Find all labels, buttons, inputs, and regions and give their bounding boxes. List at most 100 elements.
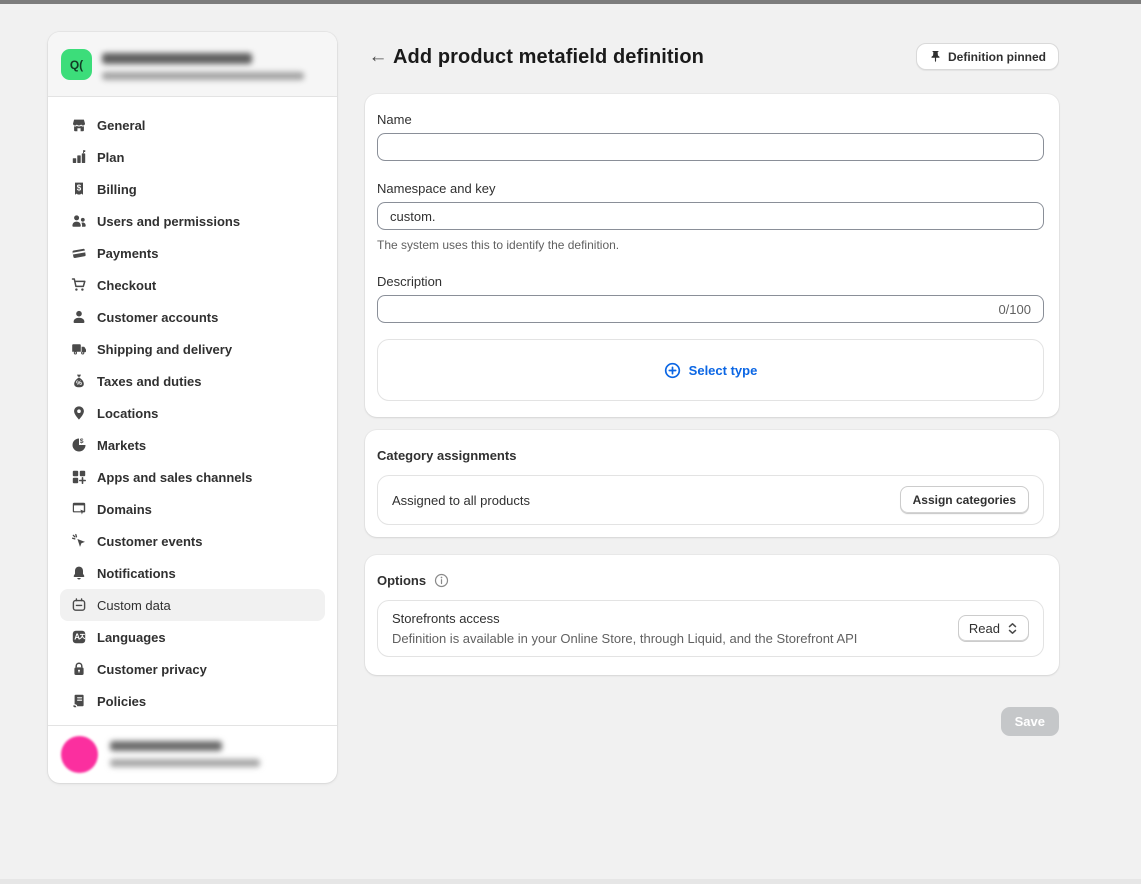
select-type-label: Select type xyxy=(689,363,758,378)
users-icon xyxy=(70,213,87,230)
sidebar-item-general[interactable]: General xyxy=(60,109,325,141)
pin-icon xyxy=(929,50,942,63)
store-header[interactable]: Q( xyxy=(48,32,337,97)
namespace-field-group: Namespace and key The system uses this t… xyxy=(377,181,1044,252)
sidebar-item-markets[interactable]: $ Markets xyxy=(60,429,325,461)
definition-pinned-button[interactable]: Definition pinned xyxy=(916,43,1059,70)
storefronts-access-select[interactable]: Read xyxy=(958,615,1029,642)
description-char-counter: 0/100 xyxy=(998,302,1031,317)
markets-icon: $ xyxy=(70,437,87,454)
sidebar-item-apps-sales-channels[interactable]: Apps and sales channels xyxy=(60,461,325,493)
description-input-wrap: 0/100 xyxy=(377,295,1044,323)
customer-events-icon xyxy=(70,533,87,550)
person-icon xyxy=(70,309,87,326)
main-content: ← Add product metafield definition Defin… xyxy=(365,42,1059,736)
sidebar-item-policies[interactable]: Policies xyxy=(60,685,325,717)
sidebar-item-label: Policies xyxy=(97,694,146,709)
sidebar-item-checkout[interactable]: Checkout xyxy=(60,269,325,301)
policies-icon xyxy=(70,693,87,710)
sidebar-item-languages[interactable]: A Languages xyxy=(60,621,325,653)
assign-categories-button[interactable]: Assign categories xyxy=(900,486,1029,514)
user-email-redacted xyxy=(110,759,260,767)
sidebar-item-label: Checkout xyxy=(97,278,156,293)
window-top-edge xyxy=(0,0,1141,4)
sidebar-item-notifications[interactable]: Notifications xyxy=(60,557,325,589)
sidebar-item-label: Payments xyxy=(97,246,158,261)
svg-text:$: $ xyxy=(79,438,83,445)
storefronts-access-title: Storefronts access xyxy=(392,611,857,626)
sidebar-item-custom-data[interactable]: Custom data xyxy=(60,589,325,621)
payments-icon xyxy=(70,245,87,262)
sidebar-item-domains[interactable]: Domains xyxy=(60,493,325,525)
category-assignment-row: Assigned to all products Assign categori… xyxy=(377,475,1044,525)
store-icon xyxy=(70,117,87,134)
user-footer[interactable] xyxy=(48,725,337,783)
sidebar-item-label: Taxes and duties xyxy=(97,374,202,389)
select-type-button[interactable]: Select type xyxy=(377,339,1044,401)
name-input[interactable] xyxy=(377,133,1044,161)
namespace-label: Namespace and key xyxy=(377,181,1044,196)
back-button[interactable]: ← xyxy=(365,44,391,70)
save-button[interactable]: Save xyxy=(1001,707,1059,736)
domains-icon xyxy=(70,501,87,518)
category-assignments-card: Category assignments Assigned to all pro… xyxy=(365,430,1059,537)
sidebar-item-payments[interactable]: Payments xyxy=(60,237,325,269)
sidebar-item-label: Plan xyxy=(97,150,124,165)
sidebar-item-customer-privacy[interactable]: Customer privacy xyxy=(60,653,325,685)
billing-icon: $ xyxy=(70,181,87,198)
sidebar-item-label: Billing xyxy=(97,182,137,197)
sidebar-item-taxes-duties[interactable]: % Taxes and duties xyxy=(60,365,325,397)
sidebar-item-locations[interactable]: Locations xyxy=(60,397,325,429)
category-assignments-title: Category assignments xyxy=(377,448,1044,463)
sidebar-item-plan[interactable]: Plan xyxy=(60,141,325,173)
settings-sidebar: Q( General Plan $ Billing Users and permissi… xyxy=(48,32,337,783)
sidebar-item-shipping-delivery[interactable]: Shipping and delivery xyxy=(60,333,325,365)
sidebar-item-label: Customer accounts xyxy=(97,310,218,325)
sidebar-item-label: Markets xyxy=(97,438,146,453)
taxes-icon: % xyxy=(70,373,87,390)
user-avatar xyxy=(61,736,98,773)
save-row: Save xyxy=(365,707,1059,736)
store-url-redacted xyxy=(102,72,304,80)
sidebar-item-label: Languages xyxy=(97,630,166,645)
sidebar-item-users-permissions[interactable]: Users and permissions xyxy=(60,205,325,237)
sidebar-item-customer-events[interactable]: Customer events xyxy=(60,525,325,557)
description-label: Description xyxy=(377,274,1044,289)
chevron-up-down-icon xyxy=(1007,622,1018,635)
options-title: Options xyxy=(377,573,426,588)
description-input[interactable] xyxy=(390,302,998,317)
lock-icon xyxy=(70,661,87,678)
options-card: Options Storefronts access Definition is… xyxy=(365,555,1059,675)
bell-icon xyxy=(70,565,87,582)
sidebar-item-label: Apps and sales channels xyxy=(97,470,252,485)
store-avatar: Q( xyxy=(61,49,92,80)
name-field-group: Name xyxy=(377,112,1044,161)
window-bottom-edge xyxy=(0,879,1141,884)
page-title: Add product metafield definition xyxy=(393,46,704,69)
description-field-group: Description 0/100 xyxy=(377,274,1044,323)
info-icon[interactable] xyxy=(434,573,449,588)
custom-data-icon xyxy=(70,597,87,614)
svg-text:A: A xyxy=(74,633,80,642)
sidebar-nav: General Plan $ Billing Users and permissions… xyxy=(48,97,337,725)
plan-icon xyxy=(70,149,87,166)
namespace-input[interactable] xyxy=(377,202,1044,230)
category-status-text: Assigned to all products xyxy=(392,493,530,508)
user-name-redacted xyxy=(110,741,222,751)
store-name-redacted xyxy=(102,53,252,64)
sidebar-item-customer-accounts[interactable]: Customer accounts xyxy=(60,301,325,333)
sidebar-item-billing[interactable]: $ Billing xyxy=(60,173,325,205)
storefronts-access-row: Storefronts access Definition is availab… xyxy=(377,600,1044,657)
sidebar-item-label: Domains xyxy=(97,502,152,517)
pinned-button-label: Definition pinned xyxy=(948,50,1046,64)
sidebar-item-label: Shipping and delivery xyxy=(97,342,232,357)
storefronts-access-description: Definition is available in your Online S… xyxy=(392,631,857,646)
sidebar-item-label: General xyxy=(97,118,145,133)
storefronts-access-value: Read xyxy=(969,621,1000,636)
namespace-help-text: The system uses this to identify the def… xyxy=(377,238,1044,252)
sidebar-item-label: Locations xyxy=(97,406,158,421)
sidebar-item-label: Customer events xyxy=(97,534,202,549)
svg-text:$: $ xyxy=(76,183,81,192)
sidebar-item-label: Notifications xyxy=(97,566,176,581)
sidebar-item-label: Customer privacy xyxy=(97,662,207,677)
